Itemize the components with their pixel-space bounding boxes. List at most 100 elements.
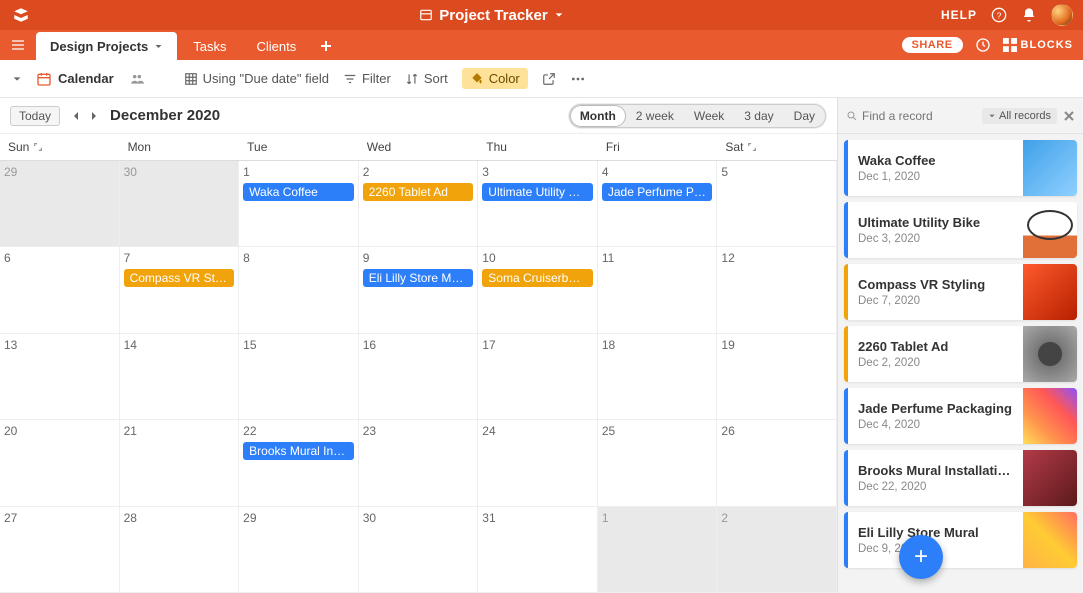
- record-list[interactable]: Waka CoffeeDec 1, 2020 Ultimate Utility B…: [838, 134, 1083, 593]
- calendar-cell[interactable]: 31: [478, 507, 598, 593]
- calendar-cell[interactable]: 27: [0, 507, 120, 593]
- calendar-cell[interactable]: 6: [0, 247, 120, 333]
- day-number: 13: [4, 338, 115, 352]
- calendar-cell[interactable]: 7Compass VR Styli...: [120, 247, 240, 333]
- tab-label: Tasks: [193, 39, 226, 54]
- calendar-cell[interactable]: 22260 Tablet Ad: [359, 161, 479, 247]
- calendar-cell[interactable]: 23: [359, 420, 479, 506]
- calendar-cell[interactable]: 30: [359, 507, 479, 593]
- segment-2week[interactable]: 2 week: [626, 105, 684, 127]
- filter-button[interactable]: Filter: [343, 71, 391, 86]
- calendar-cell[interactable]: 8: [239, 247, 359, 333]
- base-title[interactable]: Project Tracker: [42, 7, 941, 24]
- calendar-event[interactable]: Soma Cruiserboard: [482, 269, 593, 287]
- expand-icon[interactable]: [33, 142, 43, 152]
- calendar-cell[interactable]: 29: [0, 161, 120, 247]
- calendar-cell[interactable]: 24: [478, 420, 598, 506]
- close-panel-icon[interactable]: [1063, 110, 1075, 122]
- record-card[interactable]: Eli Lilly Store MuralDec 9, 2020: [844, 512, 1077, 568]
- calendar-cell[interactable]: 22Brooks Mural Inst...: [239, 420, 359, 506]
- calendar-event[interactable]: Brooks Mural Inst...: [243, 442, 354, 460]
- calendar-event[interactable]: Waka Coffee: [243, 183, 354, 201]
- calendar-cell[interactable]: 29: [239, 507, 359, 593]
- calendar-cell[interactable]: 1Waka Coffee: [239, 161, 359, 247]
- views-dropdown[interactable]: [12, 74, 22, 84]
- share-button[interactable]: SHARE: [902, 37, 963, 53]
- day-header: Mon: [120, 134, 240, 160]
- calendar-event[interactable]: Compass VR Styli...: [124, 269, 235, 287]
- tab-clients[interactable]: Clients: [243, 32, 311, 60]
- record-card[interactable]: 2260 Tablet AdDec 2, 2020: [844, 326, 1077, 382]
- segment-month[interactable]: Month: [570, 105, 626, 127]
- collaborators-icon[interactable]: [128, 72, 146, 86]
- record-card[interactable]: Waka CoffeeDec 1, 2020: [844, 140, 1077, 196]
- user-avatar[interactable]: [1051, 4, 1073, 26]
- help-icon[interactable]: ?: [991, 7, 1007, 23]
- blocks-button[interactable]: BLOCKS: [1003, 38, 1073, 52]
- calendar-cell[interactable]: 13: [0, 334, 120, 420]
- calendar-cell[interactable]: 2: [717, 507, 837, 593]
- search-input[interactable]: [862, 109, 976, 123]
- calendar-event[interactable]: Ultimate Utility Bike: [482, 183, 593, 201]
- expand-icon[interactable]: [747, 142, 757, 152]
- sort-button[interactable]: Sort: [405, 71, 448, 86]
- calendar-cell[interactable]: 5: [717, 161, 837, 247]
- segment-week[interactable]: Week: [684, 105, 734, 127]
- color-label: Color: [489, 71, 520, 86]
- tab-tasks[interactable]: Tasks: [179, 32, 240, 60]
- day-number: 2: [721, 511, 832, 525]
- calendar-cell[interactable]: 18: [598, 334, 718, 420]
- calendar-cell[interactable]: 26: [717, 420, 837, 506]
- calendar-cell[interactable]: 25: [598, 420, 718, 506]
- calendar-cell[interactable]: 3 Ultimate Utility Bike: [478, 161, 598, 247]
- record-card[interactable]: Ultimate Utility BikeDec 3, 2020: [844, 202, 1077, 258]
- notifications-icon[interactable]: [1021, 7, 1037, 23]
- calendar-cell[interactable]: 17: [478, 334, 598, 420]
- segment-day[interactable]: Day: [784, 105, 825, 127]
- app-logo[interactable]: [10, 4, 32, 26]
- calendar-event[interactable]: 2260 Tablet Ad: [363, 183, 474, 201]
- calendar-grid[interactable]: 29301Waka Coffee22260 Tablet Ad3Ultimate…: [0, 161, 837, 593]
- calendar-cell[interactable]: 4Jade Perfume Pac...: [598, 161, 718, 247]
- share-view-icon[interactable]: [542, 72, 556, 86]
- segment-3day[interactable]: 3 day: [734, 105, 783, 127]
- calendar-event[interactable]: Eli Lilly Store Mural: [363, 269, 474, 287]
- calendar-cell[interactable]: 30: [120, 161, 240, 247]
- calendar-cell[interactable]: 20: [0, 420, 120, 506]
- record-card[interactable]: Compass VR StylingDec 7, 2020: [844, 264, 1077, 320]
- more-options-icon[interactable]: [570, 71, 586, 87]
- history-icon[interactable]: [975, 37, 991, 53]
- record-search[interactable]: [846, 109, 976, 123]
- calendar-cell[interactable]: 14: [120, 334, 240, 420]
- tab-design-projects[interactable]: Design Projects: [36, 32, 177, 60]
- calendar-cell[interactable]: 11: [598, 247, 718, 333]
- prev-month-button[interactable]: [70, 110, 82, 122]
- record-title: Waka Coffee: [858, 153, 1013, 168]
- help-link[interactable]: HELP: [941, 8, 977, 22]
- records-filter-chip[interactable]: All records: [982, 108, 1057, 124]
- record-card[interactable]: Jade Perfume PackagingDec 4, 2020: [844, 388, 1077, 444]
- add-table-button[interactable]: [312, 32, 340, 60]
- day-number: 5: [721, 165, 832, 179]
- date-field-selector[interactable]: Using "Due date" field: [184, 71, 329, 86]
- calendar-cell[interactable]: 19: [717, 334, 837, 420]
- add-record-fab[interactable]: +: [899, 535, 943, 579]
- record-thumbnail: [1023, 202, 1077, 258]
- calendar-cell[interactable]: 9Eli Lilly Store Mural: [359, 247, 479, 333]
- chevron-down-icon: [154, 42, 163, 51]
- record-card[interactable]: Brooks Mural InstallationDec 22, 2020: [844, 450, 1077, 506]
- day-number: 3: [482, 165, 593, 179]
- next-month-button[interactable]: [88, 110, 100, 122]
- color-button[interactable]: Color: [462, 68, 528, 89]
- calendar-event[interactable]: Jade Perfume Pac...: [602, 183, 713, 201]
- calendar-cell[interactable]: 10Soma Cruiserboard: [478, 247, 598, 333]
- calendar-cell[interactable]: 16: [359, 334, 479, 420]
- calendar-cell[interactable]: 12: [717, 247, 837, 333]
- active-view[interactable]: Calendar: [36, 71, 114, 87]
- calendar-cell[interactable]: 1: [598, 507, 718, 593]
- today-button[interactable]: Today: [10, 106, 60, 126]
- menu-icon[interactable]: [10, 37, 26, 53]
- calendar-cell[interactable]: 21: [120, 420, 240, 506]
- calendar-cell[interactable]: 28: [120, 507, 240, 593]
- calendar-cell[interactable]: 15: [239, 334, 359, 420]
